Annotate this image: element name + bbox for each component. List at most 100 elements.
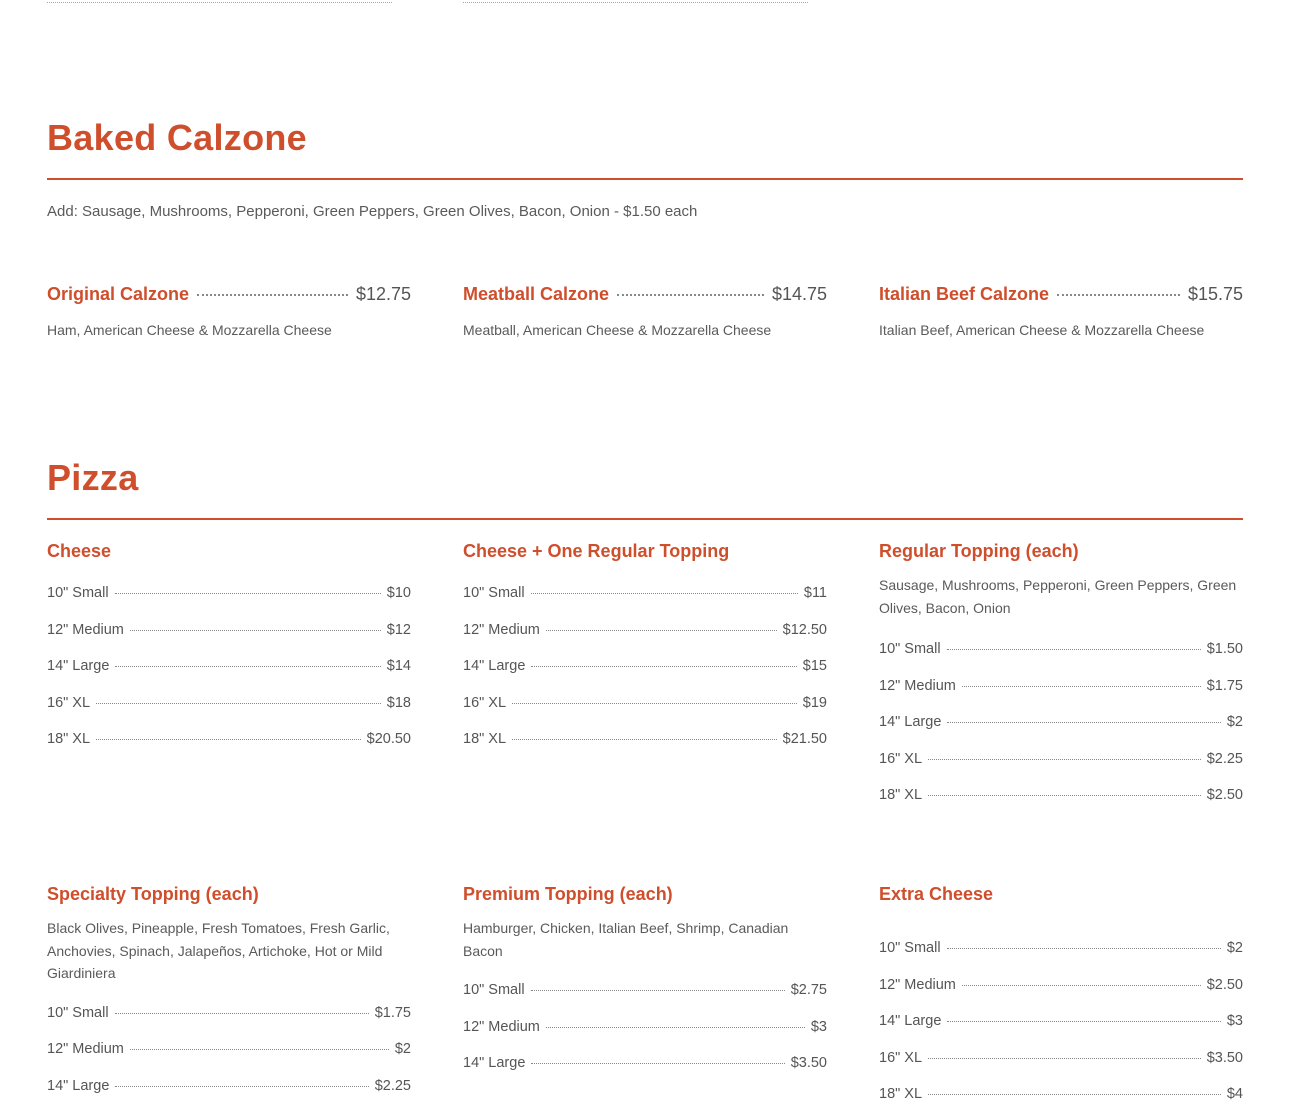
size-label: 16" XL bbox=[879, 750, 923, 767]
dot-leader bbox=[946, 948, 1221, 949]
size-label: 12" Medium bbox=[463, 621, 540, 638]
price-row: 14" Large $3 bbox=[879, 1003, 1243, 1040]
price-list: 10" Small $10 12" Medium $12 14" Large $14 … bbox=[47, 575, 411, 758]
price-row: 18" XL $2.50 bbox=[879, 777, 1243, 814]
price-list: 10" Small $2 12" Medium $2.50 14" Large $3 … bbox=[879, 930, 1243, 1113]
size-label: 16" XL bbox=[47, 694, 91, 711]
size-label: 18" XL bbox=[879, 787, 923, 803]
size-label: 16" XL bbox=[879, 1049, 923, 1066]
price-row: 10" Small $1.50 bbox=[879, 631, 1243, 668]
price-row: 10" Small $2 bbox=[879, 930, 1243, 967]
menu-item: Original Calzone $12.75 Ham, American Ch… bbox=[47, 282, 411, 341]
price-row: 12" Medium $1.75 bbox=[879, 668, 1243, 705]
group-title: Cheese bbox=[47, 541, 112, 561]
item-name: Original Calzone bbox=[47, 284, 190, 304]
size-label: 12" Medium bbox=[47, 1041, 124, 1057]
size-price: $2.75 bbox=[790, 982, 827, 998]
dot-leader bbox=[928, 1057, 1201, 1059]
price-row: 18" XL $20.50 bbox=[47, 721, 411, 758]
price-group-extra-cheese: Extra Cheese 10" Small $2 12" Medium $2.50… bbox=[879, 882, 1243, 1113]
section-title: Baked Calzone bbox=[47, 117, 307, 158]
dot-leader bbox=[928, 758, 1201, 760]
dot-leader bbox=[928, 1094, 1221, 1095]
size-price: $18 bbox=[386, 694, 411, 711]
group-title: Premium Topping (each) bbox=[463, 884, 673, 904]
size-label: 16" XL bbox=[463, 694, 507, 711]
calzone-section: Baked Calzone Add: Sausage, Mushrooms, P… bbox=[47, 116, 1243, 338]
size-price: $21.50 bbox=[782, 731, 827, 747]
dot-leader bbox=[545, 629, 777, 631]
size-label: 10" Small bbox=[47, 585, 109, 601]
price-row: 10" Small $1.75 bbox=[47, 995, 411, 1032]
price-list: 10" Small $1.75 12" Medium $2 14" Large $2.… bbox=[47, 995, 411, 1105]
size-price: $2 bbox=[1226, 714, 1243, 730]
dot-leader bbox=[115, 1085, 369, 1087]
size-label: 18" XL bbox=[879, 1086, 923, 1102]
group-description: Black Olives, Pineapple, Fresh Tomatoes,… bbox=[47, 920, 390, 981]
size-label: 14" Large bbox=[47, 658, 110, 674]
price-row: 14" Large $15 bbox=[463, 648, 827, 685]
price-row: 12" Medium $12.50 bbox=[463, 612, 827, 649]
dot-leader bbox=[96, 739, 361, 740]
size-label: 18" XL bbox=[47, 731, 91, 747]
size-price: $2.50 bbox=[1206, 787, 1243, 803]
size-label: 14" Large bbox=[463, 1055, 526, 1071]
price-row: 16" XL $2.25 bbox=[879, 741, 1243, 778]
dot-leader bbox=[197, 294, 348, 296]
size-price: $14 bbox=[386, 658, 411, 674]
menu-item: Meatball Calzone $14.75 Meatball, Americ… bbox=[463, 282, 827, 341]
item-price: $15.75 bbox=[1187, 284, 1243, 304]
price-row: 10" Small $10 bbox=[47, 575, 411, 612]
dot-leader bbox=[946, 649, 1201, 650]
size-label: 14" Large bbox=[47, 1077, 110, 1094]
price-row: 12" Medium $12 bbox=[47, 612, 411, 649]
dot-leader bbox=[129, 629, 381, 631]
dot-leader bbox=[1057, 294, 1180, 296]
price-group-cheese-plus-topping: Cheese + One Regular Topping 10" Small $1… bbox=[463, 539, 827, 758]
dot-leader bbox=[545, 1026, 805, 1028]
size-label: 10" Small bbox=[463, 982, 525, 998]
group-description: Hamburger, Chicken, Italian Beef, Shrimp… bbox=[463, 920, 789, 959]
price-list: 10" Small $11 12" Medium $12.50 14" Large $… bbox=[463, 575, 827, 758]
size-price: $4 bbox=[1226, 1086, 1243, 1102]
size-price: $12.50 bbox=[782, 621, 827, 638]
menu-item: Italian Beef Calzone $15.75 Italian Beef… bbox=[879, 282, 1243, 341]
dot-leader bbox=[947, 1021, 1221, 1022]
dot-leader bbox=[129, 1049, 389, 1050]
size-price: $12 bbox=[386, 621, 411, 638]
dot-leader bbox=[512, 739, 777, 740]
price-row: 14" Large $3.50 bbox=[463, 1045, 827, 1082]
price-row: 10" Small $2.75 bbox=[463, 972, 827, 1009]
dot-leader bbox=[530, 593, 798, 594]
size-label: 10" Small bbox=[47, 1004, 109, 1021]
size-price: $1.75 bbox=[1206, 677, 1243, 694]
item-description: Italian Beef, American Cheese & Mozzarel… bbox=[879, 322, 1205, 338]
price-row: 18" XL $4 bbox=[879, 1076, 1243, 1113]
section-divider bbox=[47, 518, 1243, 520]
item-name: Italian Beef Calzone bbox=[879, 284, 1050, 304]
size-price: $10 bbox=[386, 585, 411, 601]
price-row: 14" Large $2 bbox=[879, 704, 1243, 741]
item-description: Ham, American Cheese & Mozzarella Cheese bbox=[47, 322, 332, 338]
size-price: $3 bbox=[1226, 1013, 1243, 1029]
size-label: 18" XL bbox=[463, 731, 507, 747]
price-row: 12" Medium $2.50 bbox=[879, 967, 1243, 1004]
item-price: $14.75 bbox=[771, 284, 827, 304]
price-row: 12" Medium $2 bbox=[47, 1031, 411, 1068]
pizza-section: Pizza Cheese 10" Small $10 12" Medium $12 … bbox=[47, 456, 1243, 1102]
dot-leader bbox=[114, 593, 381, 594]
price-group-specialty-topping: Specialty Topping (each) Black Olives, P… bbox=[47, 882, 411, 1104]
size-price: $19 bbox=[802, 694, 827, 711]
dot-leader bbox=[530, 990, 785, 991]
price-list: 10" Small $1.50 12" Medium $1.75 14" Large… bbox=[879, 631, 1243, 814]
price-row: 14" Large $2.25 bbox=[47, 1068, 411, 1105]
size-label: 12" Medium bbox=[47, 621, 124, 638]
price-row: 14" Large $14 bbox=[47, 648, 411, 685]
size-price: $2 bbox=[1226, 940, 1243, 956]
size-price: $2.25 bbox=[1206, 750, 1243, 767]
item-description: Meatball, American Cheese & Mozzarella C… bbox=[463, 322, 772, 338]
group-title: Cheese + One Regular Topping bbox=[463, 541, 730, 561]
dot-leader bbox=[617, 294, 764, 296]
dot-leader bbox=[512, 702, 797, 704]
size-label: 12" Medium bbox=[879, 677, 956, 694]
